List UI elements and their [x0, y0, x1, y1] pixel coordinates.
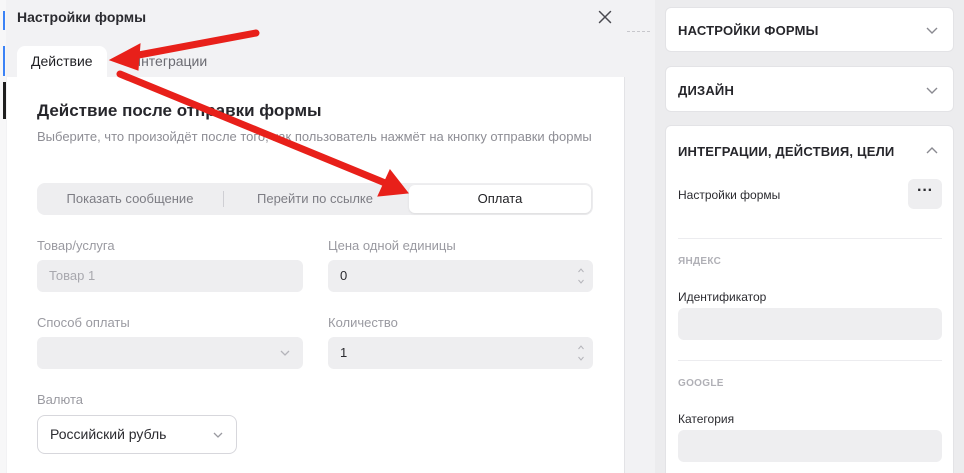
- category-input[interactable]: [678, 430, 942, 462]
- quantity-label: Количество: [328, 315, 398, 330]
- product-field[interactable]: Товар 1: [37, 260, 303, 292]
- category-label: Категория: [678, 412, 735, 426]
- identifier-input[interactable]: [678, 308, 942, 340]
- currency-label: Валюта: [37, 392, 83, 407]
- selection-marker: [3, 11, 5, 30]
- chevron-down-icon: [280, 350, 290, 356]
- divider: [678, 238, 942, 239]
- panel-integrations: ИНТЕГРАЦИИ, ДЕЙСТВИЯ, ЦЕЛИ Настройки фор…: [665, 125, 954, 473]
- price-value: 0: [340, 268, 348, 283]
- spinner-icon[interactable]: [577, 264, 585, 288]
- identifier-label: Идентификатор: [678, 290, 767, 304]
- group-label-google: GOOGLE: [678, 378, 724, 389]
- divider: [678, 360, 942, 361]
- group-label-yandex: ЯНДЕКС: [678, 256, 722, 267]
- quantity-value: 1: [340, 345, 348, 360]
- panel-title: НАСТРОЙКИ ФОРМЫ: [678, 23, 819, 38]
- action-type-switch: Показать сообщение Перейти по ссылке Опл…: [37, 183, 593, 215]
- settings-sidebar: НАСТРОЙКИ ФОРМЫ ДИЗАЙН ИНТЕГРАЦИИ, ДЕЙСТ…: [655, 0, 964, 473]
- chevron-down-icon: [926, 27, 938, 34]
- selection-marker: [3, 46, 5, 76]
- canvas-dashed-guide: [622, 31, 650, 32]
- chevron-down-icon: [926, 87, 938, 94]
- chevron-up-icon[interactable]: [925, 144, 939, 158]
- section-description: Выберите, что произойдёт после того, как…: [37, 129, 592, 144]
- currency-value: Российский рубль: [50, 426, 167, 442]
- chevron-down-icon: [213, 432, 223, 438]
- currency-select[interactable]: Российский рубль: [37, 415, 237, 454]
- form-settings-modal: Настройки формы Действие Интеграции Дейс…: [7, 0, 625, 473]
- tab-integrations[interactable]: Интеграции: [117, 46, 221, 77]
- panel-form-settings[interactable]: НАСТРОЙКИ ФОРМЫ: [665, 7, 954, 52]
- panel-title[interactable]: ИНТЕГРАЦИИ, ДЕЙСТВИЯ, ЦЕЛИ: [678, 144, 894, 159]
- modal-title: Настройки формы: [17, 9, 147, 25]
- more-icon: ···: [917, 182, 933, 199]
- price-label: Цена одной единицы: [328, 238, 456, 253]
- close-button[interactable]: [595, 7, 615, 27]
- payment-method-select[interactable]: [37, 337, 303, 369]
- quantity-field[interactable]: 1: [328, 337, 593, 369]
- segment-follow-link[interactable]: Перейти по ссылке: [223, 183, 407, 215]
- panel-title: ДИЗАЙН: [678, 83, 735, 98]
- segment-show-message[interactable]: Показать сообщение: [37, 183, 223, 215]
- price-field[interactable]: 0: [328, 260, 593, 292]
- block-marker: [3, 82, 6, 119]
- payment-method-label: Способ оплаты: [37, 315, 130, 330]
- modal-header: Настройки формы Действие Интеграции: [7, 0, 625, 77]
- product-label: Товар/услуга: [37, 238, 115, 253]
- segment-payment[interactable]: Оплата: [409, 185, 591, 213]
- more-button[interactable]: ···: [908, 179, 942, 209]
- close-icon: [598, 10, 612, 24]
- panel-design[interactable]: ДИЗАЙН: [665, 66, 954, 112]
- form-settings-row-label: Настройки формы: [678, 188, 781, 202]
- tab-action[interactable]: Действие: [17, 46, 107, 77]
- spinner-icon[interactable]: [577, 341, 585, 365]
- section-title: Действие после отправки формы: [37, 101, 322, 120]
